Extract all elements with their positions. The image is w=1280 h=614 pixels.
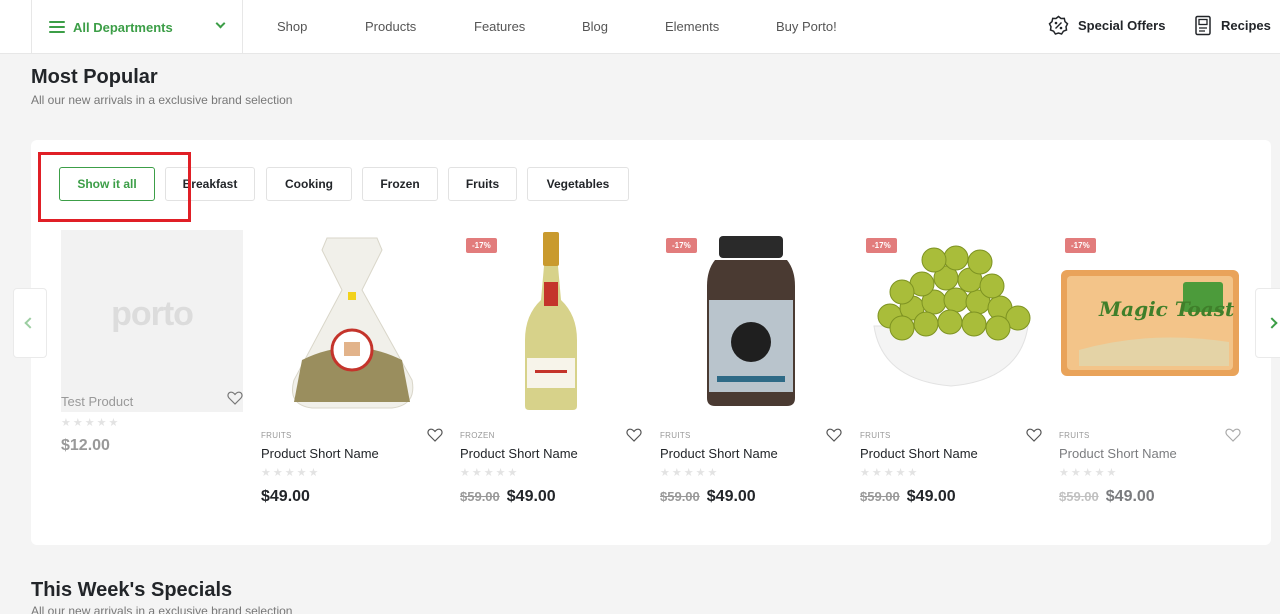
product-price: $49.00 [1105,488,1155,505]
rating-stars: ★★★★★ [261,467,321,479]
recipe-book-icon [1195,15,1211,36]
nav-elements[interactable]: Elements [665,19,719,34]
toast-pack-image: Magic Toast [1061,270,1239,376]
recipes-link[interactable]: Recipes [1194,15,1271,36]
chevron-left-icon [24,317,36,329]
nav-buy-porto[interactable]: Buy Porto! [776,19,837,34]
nav-products[interactable]: Products [365,19,416,34]
special-offers-label: Special Offers [1078,18,1166,33]
product-card[interactable]: -17% FRUITS Product Short Name ★★★★★ $59… [860,230,1042,520]
price-row: $12.00 [61,437,110,455]
product-image[interactable] [261,230,443,412]
wishlist-heart-icon[interactable] [826,428,842,442]
product-name[interactable]: Product Short Name [261,446,379,461]
product-card[interactable]: Magic Toast -17% FRUITS Product Short Na… [1059,230,1241,520]
nav-shop[interactable]: Shop [277,19,307,34]
filter-cooking[interactable]: Cooking [266,167,352,201]
weekly-specials-subtitle: All our new arrivals in a exclusive bran… [31,604,293,614]
product-price: $49.00 [706,488,756,505]
wishlist-heart-icon[interactable] [427,428,443,442]
product-image[interactable] [860,230,1042,412]
wishlist-heart-icon[interactable] [227,391,243,405]
product-image[interactable]: porto [61,230,243,412]
price-row: $59.00 $49.00 [860,488,956,506]
carousel-prev-button[interactable] [13,288,47,358]
product-name[interactable]: Product Short Name [1059,446,1177,461]
product-price: $49.00 [261,488,310,505]
price-row: $49.00 [261,488,310,506]
recipes-label: Recipes [1221,18,1271,33]
filter-frozen[interactable]: Frozen [362,167,438,201]
discount-badge: -17% [666,238,697,253]
top-navigation: All Departments Shop Products Features B… [0,0,1280,54]
price-row: $59.00 $49.00 [460,488,556,506]
product-old-price: $59.00 [460,489,500,504]
grapes-bowl-image [873,245,1031,387]
discount-badge-icon [1048,15,1069,35]
product-name[interactable]: Test Product [61,394,133,409]
product-category[interactable]: FRUITS [860,431,891,440]
discount-badge: -17% [466,238,497,253]
price-row: $59.00 $49.00 [1059,488,1155,506]
product-old-price: $59.00 [660,489,700,504]
product-category[interactable]: FROZEN [460,431,495,440]
product-card[interactable]: -17% FROZEN Product Short Name ★★★★★ $59… [460,230,642,520]
menu-icon [49,21,65,33]
filter-fruits[interactable]: Fruits [448,167,517,201]
chevron-right-icon [1266,317,1278,329]
product-category[interactable]: FRUITS [1059,431,1090,440]
product-name[interactable]: Product Short Name [460,446,578,461]
product-image[interactable] [460,230,642,412]
product-card[interactable]: -17% FRUITS Product Short Name ★★★★★ $59… [660,230,842,520]
weekly-specials-title: This Week's Specials [31,579,233,601]
chevron-down-icon [215,18,226,29]
product-category[interactable]: FRUITS [261,431,292,440]
all-departments-button[interactable]: All Departments [31,0,243,54]
rating-stars: ★★★★★ [61,417,121,429]
most-popular-title: Most Popular [31,66,158,88]
product-old-price: $59.00 [1059,489,1099,504]
product-old-price: $59.00 [860,489,900,504]
herb-bag-image [292,237,414,409]
product-image[interactable] [660,230,842,412]
toast-brand-text: Magic Toast [1098,297,1235,321]
wishlist-heart-icon[interactable] [1225,428,1241,442]
filter-show-it-all[interactable]: Show it all [59,167,155,201]
discount-badge: -17% [866,238,897,253]
product-name[interactable]: Product Short Name [860,446,978,461]
rating-stars: ★★★★★ [860,467,920,479]
nav-blog[interactable]: Blog [582,19,608,34]
filter-breakfast[interactable]: Breakfast [165,167,255,201]
rating-stars: ★★★★★ [460,467,520,479]
porto-logo: porto [111,294,194,333]
product-price: $49.00 [906,488,956,505]
champagne-bottle-image [525,232,577,410]
product-name[interactable]: Product Short Name [660,446,778,461]
product-price: $12.00 [61,437,110,454]
product-image[interactable]: Magic Toast [1059,230,1241,412]
most-popular-subtitle: All our new arrivals in a exclusive bran… [31,93,293,107]
coffee-jar-image [707,236,795,406]
price-row: $59.00 $49.00 [660,488,756,506]
wishlist-heart-icon[interactable] [1026,428,1042,442]
product-category[interactable]: FRUITS [660,431,691,440]
special-offers-link[interactable]: Special Offers [1048,15,1165,36]
nav-features[interactable]: Features [474,19,525,34]
carousel-next-button[interactable] [1255,288,1280,358]
product-card[interactable]: FRUITS Product Short Name ★★★★★ $49.00 [261,230,443,520]
filter-vegetables[interactable]: Vegetables [527,167,629,201]
wishlist-heart-icon[interactable] [626,428,642,442]
discount-badge: -17% [1065,238,1096,253]
rating-stars: ★★★★★ [660,467,720,479]
all-departments-label: All Departments [73,19,173,35]
rating-stars: ★★★★★ [1059,467,1119,479]
product-card[interactable]: porto Test Product ★★★★★ $12.00 [61,230,243,520]
product-price: $49.00 [506,488,556,505]
